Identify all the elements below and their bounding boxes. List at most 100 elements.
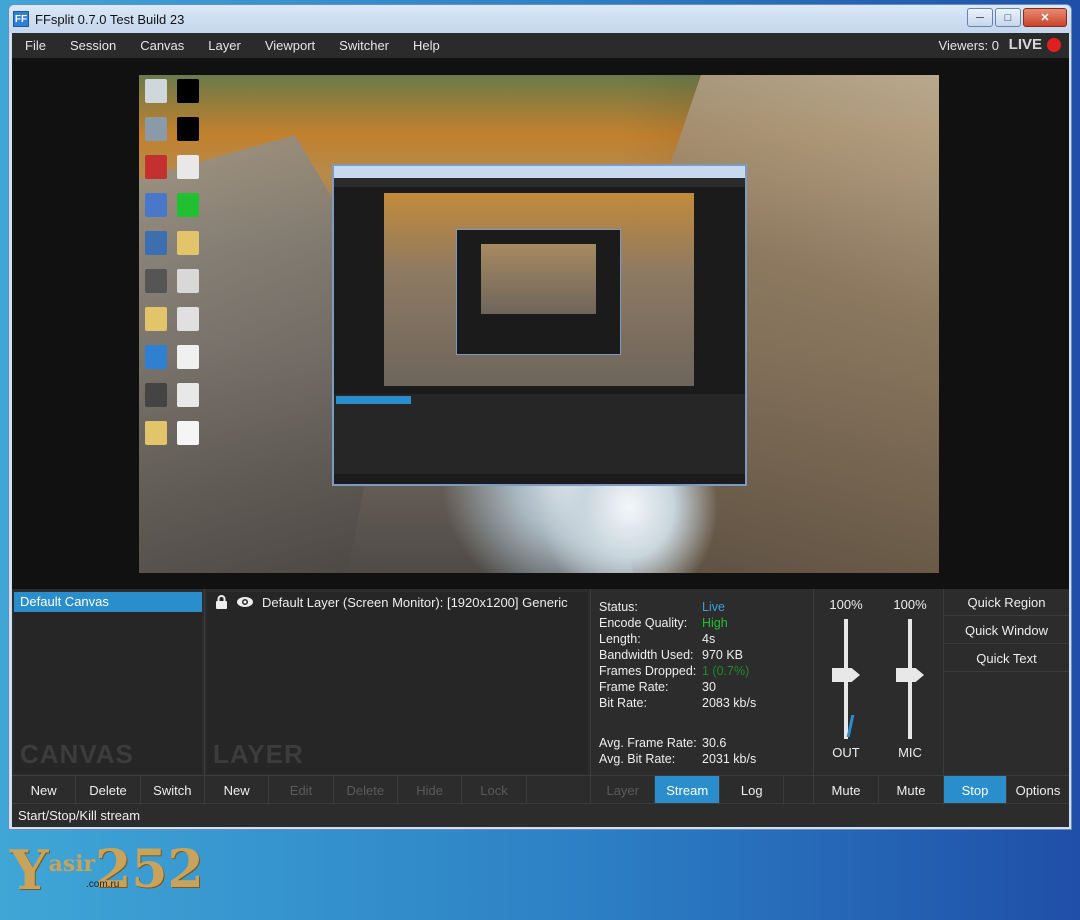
live-label: LIVE xyxy=(1008,36,1042,53)
desktop-icon xyxy=(145,117,167,141)
out-percent: 100% xyxy=(829,597,863,612)
desktop-icons xyxy=(145,79,205,445)
nested-menu-bar xyxy=(334,178,745,187)
length-label: Length: xyxy=(599,632,641,646)
maximize-button[interactable]: □ xyxy=(995,8,1021,27)
quick-text-button[interactable]: Quick Text xyxy=(944,645,1069,672)
mic-mute-button[interactable]: Mute xyxy=(879,776,943,804)
tab-stream[interactable]: Stream xyxy=(655,776,720,804)
framerate-value: 30 xyxy=(702,680,716,694)
out-mute-button[interactable]: Mute xyxy=(814,776,879,804)
layer-lock-button[interactable]: Lock xyxy=(462,776,527,804)
live-dot-icon xyxy=(1047,37,1061,52)
desktop-icon xyxy=(145,269,167,293)
dropped-label: Frames Dropped: xyxy=(599,664,697,678)
title-bar[interactable]: FF FFsplit 0.7.0 Test Build 23 ─ □ ✕ xyxy=(9,5,1071,33)
desktop-icon xyxy=(145,307,167,331)
minimize-button[interactable]: ─ xyxy=(967,8,993,27)
menu-canvas[interactable]: Canvas xyxy=(128,38,196,53)
nested-title-bar xyxy=(334,166,745,178)
menu-switcher[interactable]: Switcher xyxy=(327,38,401,53)
desktop-icon xyxy=(145,193,167,217)
audio-mixer-panel: 100% OUT 100% MIC Mute Mute xyxy=(814,589,944,827)
status-bar: Start/Stop/Kill stream xyxy=(12,803,1069,827)
menu-session[interactable]: Session xyxy=(58,38,128,53)
canvas-preview[interactable] xyxy=(139,75,939,573)
desktop-icon xyxy=(177,117,199,141)
out-slider-handle[interactable] xyxy=(832,668,860,682)
window-title: FFsplit 0.7.0 Test Build 23 xyxy=(35,11,185,27)
desktop-icon xyxy=(145,383,167,407)
avg-bitrate-value: 2031 kb/s xyxy=(702,752,757,766)
nested-app-capture xyxy=(332,164,747,486)
nested-inner-preview xyxy=(481,244,596,314)
layer-list-item[interactable]: Default Layer (Screen Monitor): [1920x12… xyxy=(207,592,588,612)
desktop-icon xyxy=(177,155,199,179)
tab-layer[interactable]: Layer xyxy=(591,776,656,804)
bandwidth-label: Bandwidth Used: xyxy=(599,648,694,662)
quick-window-button[interactable]: Quick Window xyxy=(944,617,1069,644)
layer-list: Default Layer (Screen Monitor): [1920x12… xyxy=(207,592,588,774)
options-button[interactable]: Options xyxy=(1007,776,1069,804)
menu-bar: File Session Canvas Layer Viewport Switc… xyxy=(12,33,1069,58)
avg-bitrate-label: Avg. Bit Rate: xyxy=(599,752,676,766)
desktop-icon xyxy=(145,231,167,255)
preview-area xyxy=(12,58,1069,589)
layer-edit-button[interactable]: Edit xyxy=(269,776,334,804)
eye-icon[interactable] xyxy=(236,596,254,608)
canvas-watermark: CANVAS xyxy=(20,739,134,769)
length-value: 4s xyxy=(702,632,716,646)
layer-new-button[interactable]: New xyxy=(205,776,270,804)
menu-layer[interactable]: Layer xyxy=(196,38,253,53)
status-label: Status: xyxy=(599,600,638,614)
desktop-icon xyxy=(145,79,167,103)
tab-extra[interactable] xyxy=(784,776,814,804)
desktop-icon xyxy=(145,155,167,179)
desktop-icon xyxy=(177,79,199,103)
tab-log[interactable]: Log xyxy=(719,776,785,804)
viewers-count: Viewers: 0 xyxy=(938,38,999,53)
desktop-icon xyxy=(177,345,199,369)
canvas-new-button[interactable]: New xyxy=(12,776,77,804)
logo-letter: Y xyxy=(10,838,49,902)
bitrate-value: 2083 kb/s xyxy=(702,696,757,710)
stop-button[interactable]: Stop xyxy=(944,776,1007,804)
mic-channel: 100% MIC xyxy=(878,597,942,767)
avg-framerate-value: 30.6 xyxy=(702,736,727,750)
canvas-switch-button[interactable]: Switch xyxy=(140,776,204,804)
close-button[interactable]: ✕ xyxy=(1023,8,1067,27)
bitrate-label: Bit Rate: xyxy=(599,696,647,710)
logo-domain: .com.ru xyxy=(86,879,120,890)
nested-inner-window xyxy=(456,229,621,355)
menu-viewport[interactable]: Viewport xyxy=(253,38,327,53)
menu-help[interactable]: Help xyxy=(401,38,452,53)
mic-label: MIC xyxy=(898,745,922,760)
out-label: OUT xyxy=(832,745,860,760)
layer-label: Default Layer (Screen Monitor): [1920x12… xyxy=(262,594,568,610)
framerate-label: Frame Rate: xyxy=(599,680,669,694)
mic-slider-handle[interactable] xyxy=(896,668,924,682)
desktop-icon xyxy=(145,421,167,445)
site-watermark-logo: Y asir .com.ru 252 xyxy=(10,838,204,902)
out-channel: 100% OUT xyxy=(814,597,878,767)
menu-file[interactable]: File xyxy=(12,38,58,53)
desktop-icon xyxy=(177,231,199,255)
quick-region-button[interactable]: Quick Region xyxy=(944,589,1069,616)
stream-stats-panel: Status: Live Encode Quality: High Length: 4… xyxy=(591,589,814,827)
desktop-icon xyxy=(177,307,199,331)
layer-hide-button[interactable]: Hide xyxy=(397,776,463,804)
stream-stats: Status: Live Encode Quality: High Length: 4… xyxy=(599,599,756,767)
bandwidth-value: 970 KB xyxy=(702,648,744,662)
status-value: Live xyxy=(702,600,725,614)
layer-extra-button[interactable] xyxy=(526,776,590,804)
mic-percent: 100% xyxy=(893,597,927,612)
desktop-icon xyxy=(145,345,167,369)
canvas-list-item[interactable]: Default Canvas xyxy=(14,592,202,612)
avg-framerate-label: Avg. Frame Rate: xyxy=(599,736,697,750)
lock-icon[interactable] xyxy=(215,595,228,609)
desktop-icon xyxy=(177,421,199,445)
logo-word: asir xyxy=(48,851,96,877)
app-window: FF FFsplit 0.7.0 Test Build 23 ─ □ ✕ Fil… xyxy=(8,4,1072,830)
canvas-delete-button[interactable]: Delete xyxy=(76,776,141,804)
layer-delete-button[interactable]: Delete xyxy=(333,776,398,804)
